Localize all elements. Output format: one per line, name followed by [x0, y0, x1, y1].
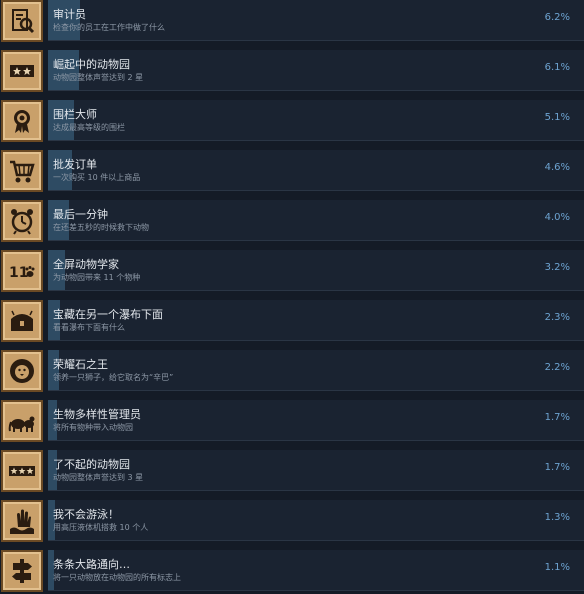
achievement-row[interactable]: 崛起中的动物园 动物园整体声誉达到 2 星 6.1% — [0, 50, 584, 94]
achievement-panel: 条条大路通向… 将一只动物放在动物园的所有标志上 1.1% — [48, 550, 584, 591]
achievement-row[interactable]: 最后一分钟 在还差五秒的时候救下动物 4.0% — [0, 200, 584, 244]
achievement-row[interactable]: 11 全屏动物学家 为动物园带来 11 个物种 3.2% — [0, 250, 584, 294]
achievement-title: 全屏动物学家 — [53, 258, 119, 271]
achievement-description: 达成最高等级的围栏 — [53, 123, 125, 132]
achievement-title: 崛起中的动物园 — [53, 58, 130, 71]
achievement-title: 最后一分钟 — [53, 208, 108, 221]
award-ribbon-icon — [1, 100, 43, 142]
achievement-title: 宝藏在另一个瀑布下面 — [53, 308, 163, 321]
unlock-percent: 6.1% — [544, 62, 570, 73]
unlock-percent: 4.0% — [544, 212, 570, 223]
achievement-title: 批发订单 — [53, 158, 97, 171]
achievement-description: 一次购买 10 件以上商品 — [53, 173, 141, 182]
drowning-hand-icon — [1, 500, 43, 542]
achievement-title: 我不会游泳！ — [53, 508, 119, 521]
achievement-title: 审计员 — [53, 8, 86, 21]
achievement-panel: 最后一分钟 在还差五秒的时候救下动物 4.0% — [48, 200, 584, 241]
achievement-list: 审计员 检查你的员工在工作中做了什么 6.2% 崛起中的动物园 动物园整体声誉达… — [0, 0, 584, 594]
achievement-description: 检查你的员工在工作中做了什么 — [53, 23, 165, 32]
achievement-row[interactable]: 审计员 检查你的员工在工作中做了什么 6.2% — [0, 0, 584, 44]
two-stars-icon — [1, 50, 43, 92]
achievement-panel: 生物多样性管理员 将所有物种带入动物园 1.7% — [48, 400, 584, 441]
unlock-percent: 1.1% — [544, 562, 570, 573]
unlock-percent: 2.3% — [544, 312, 570, 323]
unlock-percent: 1.3% — [544, 512, 570, 523]
achievement-title: 荣耀石之王 — [53, 358, 108, 371]
achievement-row[interactable]: 荣耀石之王 领养一只狮子，给它取名为“辛巴” 2.2% — [0, 350, 584, 394]
achievement-row[interactable]: 宝藏在另一个瀑布下面 看看瀑布下面有什么 2.3% — [0, 300, 584, 344]
achievement-description: 为动物园带来 11 个物种 — [53, 273, 141, 282]
three-stars-icon — [1, 450, 43, 492]
achievement-description: 将所有物种带入动物园 — [53, 423, 133, 432]
achievement-row[interactable]: 批发订单 一次购买 10 件以上商品 4.6% — [0, 150, 584, 194]
achievement-row[interactable]: 生物多样性管理员 将所有物种带入动物园 1.7% — [0, 400, 584, 444]
achievement-row[interactable]: 我不会游泳！ 用高压液体机搭救 10 个人 1.3% — [0, 500, 584, 544]
achievement-panel: 围栏大师 达成最高等级的围栏 5.1% — [48, 100, 584, 141]
achievement-row[interactable]: 围栏大师 达成最高等级的围栏 5.1% — [0, 100, 584, 144]
signpost-icon — [1, 550, 43, 592]
unlock-percent: 1.7% — [544, 462, 570, 473]
achievement-description: 领养一只狮子，给它取名为“辛巴” — [53, 373, 174, 382]
achievement-panel: 批发订单 一次购买 10 件以上商品 4.6% — [48, 150, 584, 191]
achievement-panel: 了不起的动物园 动物园整体声誉达到 3 星 1.7% — [48, 450, 584, 491]
treasure-chest-icon — [1, 300, 43, 342]
achievement-title: 条条大路通向… — [53, 558, 130, 571]
unlock-percent: 5.1% — [544, 112, 570, 123]
unlock-percent: 1.7% — [544, 412, 570, 423]
achievement-description: 动物园整体声誉达到 3 星 — [53, 473, 144, 482]
unlock-percent: 4.6% — [544, 162, 570, 173]
achievement-title: 生物多样性管理员 — [53, 408, 141, 421]
achievement-panel: 宝藏在另一个瀑布下面 看看瀑布下面有什么 2.3% — [48, 300, 584, 341]
achievement-panel: 全屏动物学家 为动物园带来 11 个物种 3.2% — [48, 250, 584, 291]
achievement-panel: 审计员 检查你的员工在工作中做了什么 6.2% — [48, 0, 584, 41]
achievement-description: 用高压液体机搭救 10 个人 — [53, 523, 149, 532]
achievement-description: 将一只动物放在动物园的所有标志上 — [53, 573, 181, 582]
achievement-panel: 我不会游泳！ 用高压液体机搭救 10 个人 1.3% — [48, 500, 584, 541]
unlock-percent: 6.2% — [544, 12, 570, 23]
lion-icon — [1, 350, 43, 392]
achievement-description: 动物园整体声誉达到 2 星 — [53, 73, 144, 82]
clipboard-search-icon — [1, 0, 43, 42]
unlock-percent: 2.2% — [544, 362, 570, 373]
alarm-clock-icon — [1, 200, 43, 242]
achievement-description: 看看瀑布下面有什么 — [53, 323, 125, 332]
shopping-cart-icon — [1, 150, 43, 192]
svg-text:11: 11 — [9, 265, 28, 281]
unlock-percent: 3.2% — [544, 262, 570, 273]
achievement-panel: 荣耀石之王 领养一只狮子，给它取名为“辛巴” 2.2% — [48, 350, 584, 391]
achievement-panel: 崛起中的动物园 动物园整体声誉达到 2 星 6.1% — [48, 50, 584, 91]
eleven-paw-icon: 11 — [1, 250, 43, 292]
achievement-title: 了不起的动物园 — [53, 458, 130, 471]
achievement-row[interactable]: 条条大路通向… 将一只动物放在动物园的所有标志上 1.1% — [0, 550, 584, 594]
achievement-description: 在还差五秒的时候救下动物 — [53, 223, 149, 232]
achievement-row[interactable]: 了不起的动物园 动物园整体声誉达到 3 星 1.7% — [0, 450, 584, 494]
achievement-title: 围栏大师 — [53, 108, 97, 121]
animals-icon — [1, 400, 43, 442]
